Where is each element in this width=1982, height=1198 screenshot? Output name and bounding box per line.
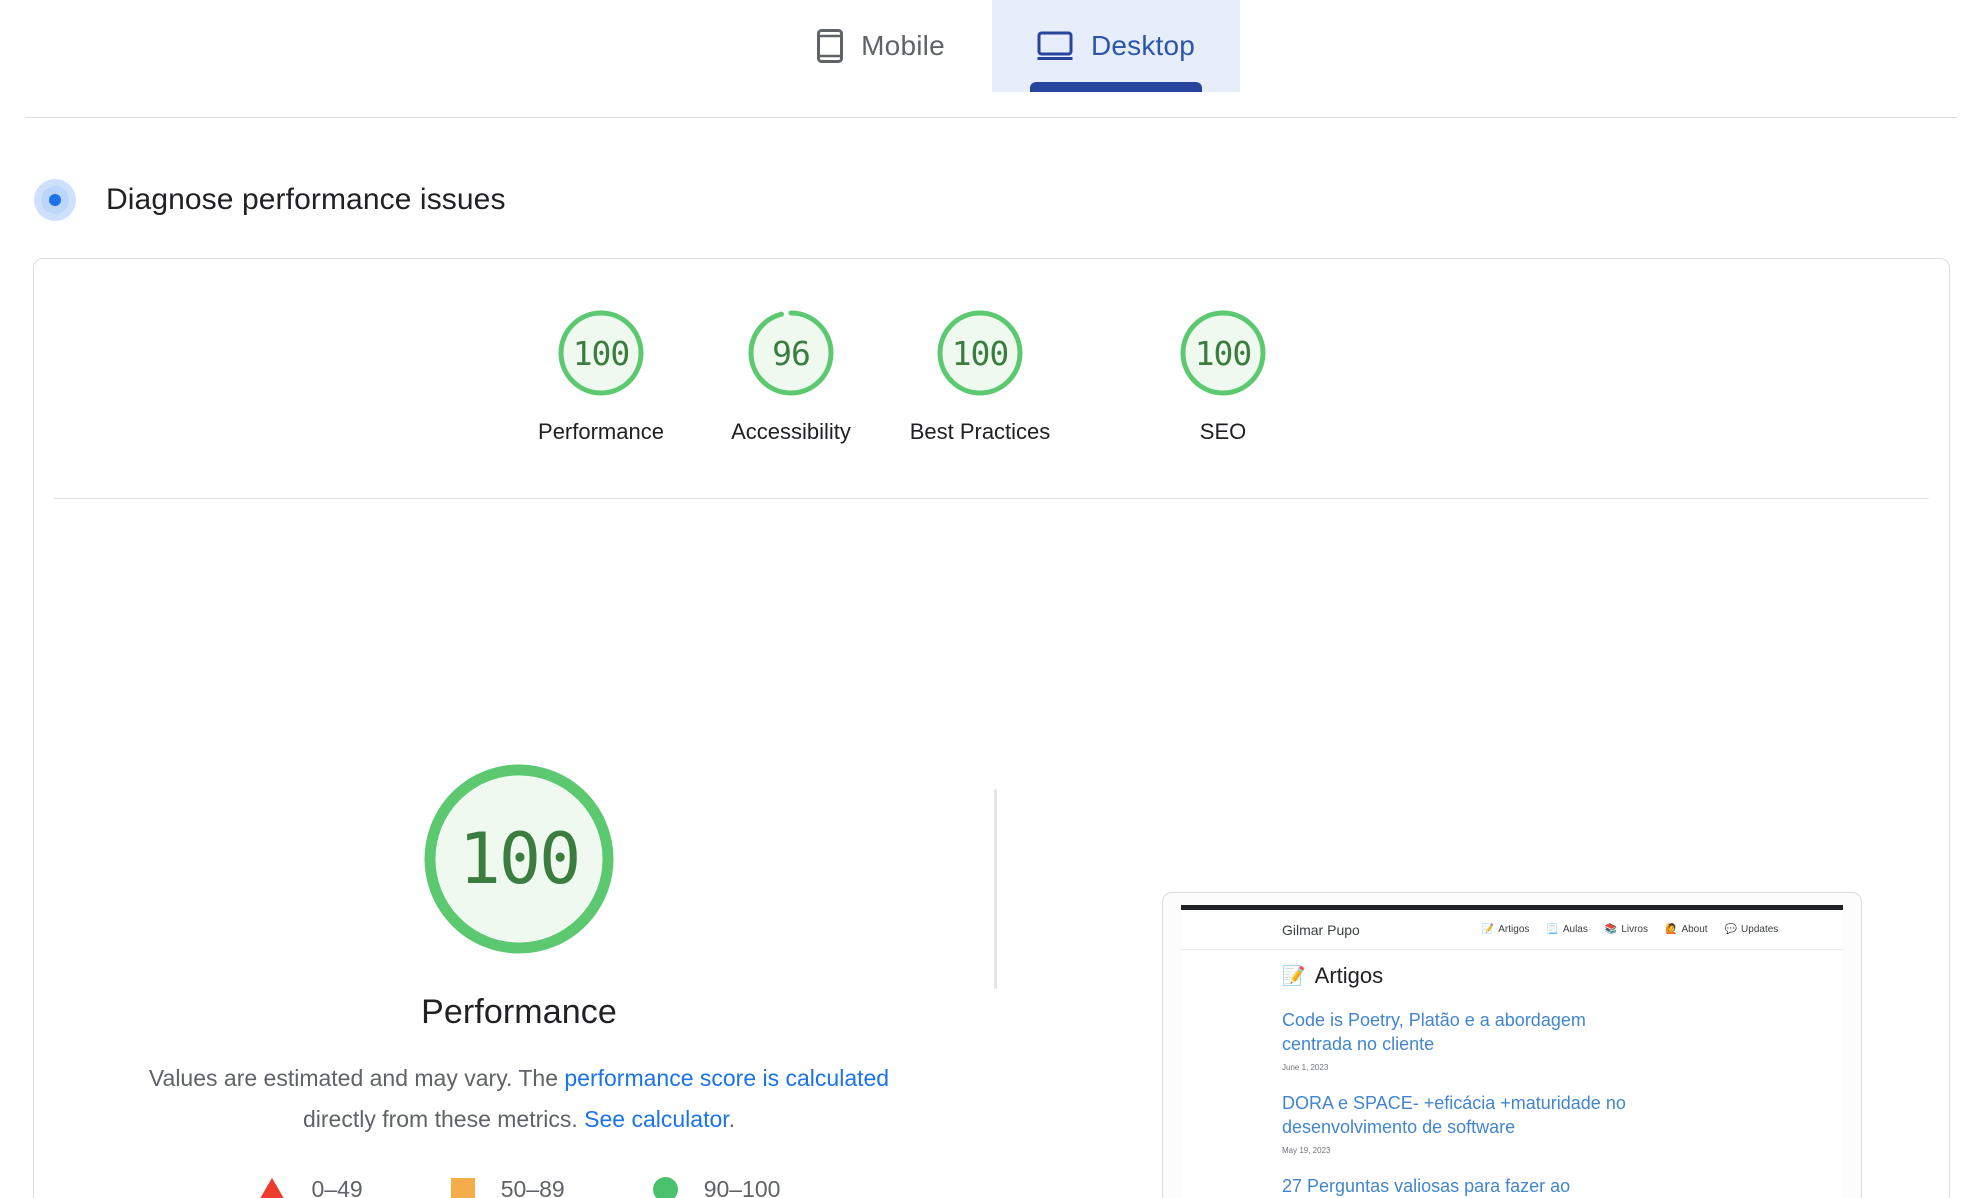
gauge-ring: 100 — [934, 307, 1026, 399]
square-icon — [450, 1177, 475, 1198]
thumbnail-article: Code is Poetry, Platão e a abordagem cen… — [1282, 1008, 1833, 1072]
legend-label: 90–100 — [703, 1176, 781, 1198]
gauge-value: 100 — [951, 333, 1010, 373]
gauge-value: 100 — [572, 333, 631, 373]
score-gauge-performance[interactable]: 100 Performance — [501, 307, 701, 445]
thumbnail-heading-label: Artigos — [1314, 963, 1384, 988]
featured-description: Values are estimated and may vary. The p… — [119, 1058, 919, 1140]
article-title: DORA e SPACE- +eficácia +maturidade no d… — [1282, 1093, 1626, 1137]
memo-icon: 📝 — [1282, 966, 1306, 987]
gauge-ring: 100 — [1177, 307, 1269, 399]
memo-icon: 📝 — [1481, 923, 1495, 935]
gauge-label: Accessibility — [731, 419, 851, 444]
gauge-value: 96 — [772, 333, 811, 373]
featured-metric-section: 100 Performance Values are estimated and… — [34, 499, 1949, 1198]
featured-gauge-ring[interactable]: 100 — [419, 759, 619, 959]
thumbnail-nav-item-livros: 📚 Livros — [1605, 924, 1648, 935]
article-date: May 19, 2023 — [1282, 1146, 1331, 1155]
thumbnail-heading: 📝 Artigos — [1282, 963, 1833, 989]
speedometer-icon — [33, 178, 77, 222]
gauge-ring: 96 — [745, 307, 837, 399]
gauge-label: Best Practices — [909, 419, 1051, 444]
score-gauge-best-practices[interactable]: 100 Best Practices — [880, 307, 1080, 445]
page-screenshot-thumbnail[interactable]: Gilmar Pupo 📝 Artigos 📃 Aulas 📚 Livros 🙋… — [1162, 892, 1862, 1198]
thumbnail-article: 27 Perguntas valiosas para fazer ao recr… — [1282, 1174, 1833, 1198]
thumbnail-nav-item-updates: 💬 Updates — [1725, 924, 1779, 935]
thumbnail-nav-item-about: 🙋 About — [1665, 924, 1708, 935]
legend-label: 0–49 — [311, 1176, 363, 1198]
score-gauge-accessibility[interactable]: 96 Accessibility — [691, 307, 891, 445]
performance-score-link[interactable]: performance score is calculated — [564, 1065, 889, 1091]
thumbnail-brand: Gilmar Pupo — [1282, 921, 1360, 938]
tab-desktop-label: Desktop — [1090, 30, 1196, 61]
gauge-ring: 100 — [555, 307, 647, 399]
thumbnail-nav-links: 📝 Artigos 📃 Aulas 📚 Livros 🙋 About 💬 Upd… — [1482, 924, 1778, 935]
nav-label: Artigos — [1498, 924, 1530, 935]
legend-item-medium: 50–89 — [450, 1176, 565, 1198]
thumbnail-inner: Gilmar Pupo 📝 Artigos 📃 Aulas 📚 Livros 🙋… — [1181, 905, 1843, 1198]
gauge-label: SEO — [1199, 419, 1247, 444]
desc-text-1: Values are estimated and may vary. The — [148, 1065, 565, 1091]
article-title: 27 Perguntas valiosas para fazer ao recr… — [1282, 1176, 1571, 1196]
nav-label: About — [1681, 924, 1708, 935]
tab-desktop[interactable]: Desktop — [992, 0, 1240, 92]
thumbnail-nav-item-artigos: 📝 Artigos — [1482, 924, 1530, 935]
page-icon: 📃 — [1546, 923, 1559, 935]
see-calculator-link[interactable]: See calculator — [584, 1106, 728, 1132]
mobile-phone-icon — [817, 29, 844, 63]
circle-icon — [652, 1177, 678, 1198]
thumbnail-site-nav: Gilmar Pupo 📝 Artigos 📃 Aulas 📚 Livros 🙋… — [1181, 910, 1843, 950]
tab-active-indicator — [1030, 82, 1202, 92]
page-title: Diagnose performance issues — [106, 183, 506, 216]
results-card: 100 Performance 96 Accessibility 100 Bes… — [33, 258, 1950, 1198]
gauge-label: Performance — [538, 419, 664, 444]
legend-item-high: 90–100 — [652, 1176, 781, 1198]
score-gauge-seo[interactable]: 100 SEO — [1123, 307, 1323, 445]
person-raising-hand-icon: 🙋 — [1665, 923, 1678, 935]
desc-text-2: directly from these metrics. — [302, 1106, 585, 1132]
tab-mobile[interactable]: Mobile — [770, 0, 992, 92]
speech-balloon-icon: 💬 — [1724, 923, 1738, 935]
score-legend: 0–49 50–89 90–100 — [257, 1176, 781, 1198]
article-title: Code is Poetry, Platão e a abordagem cen… — [1282, 1010, 1586, 1054]
vertical-divider — [994, 789, 997, 989]
pagespeed-insights-results: Mobile Desktop Diagnose performance issu… — [0, 0, 1982, 1198]
thumbnail-article: DORA e SPACE- +eficácia +maturidade no d… — [1282, 1091, 1833, 1155]
desc-text-3: . — [728, 1106, 736, 1132]
thumbnail-body: 📝 Artigos Code is Poetry, Platão e a abo… — [1282, 963, 1833, 1198]
nav-label: Livros — [1621, 924, 1648, 935]
nav-label: Aulas — [1562, 924, 1588, 935]
nav-label: Updates — [1741, 924, 1779, 935]
gauge-value: 100 — [1194, 333, 1253, 373]
legend-item-low: 0–49 — [257, 1176, 363, 1198]
section-header: Diagnose performance issues — [33, 178, 506, 222]
thumbnail-nav-item-aulas: 📃 Aulas — [1546, 924, 1587, 935]
featured-performance-block: 100 Performance Values are estimated and… — [89, 519, 949, 1198]
score-gauge-row: 100 Performance 96 Accessibility 100 Bes… — [34, 259, 1949, 498]
triangle-icon — [257, 1177, 286, 1198]
device-tab-strip: Mobile Desktop — [0, 0, 1982, 118]
tabstrip-divider — [25, 117, 1957, 118]
legend-label: 50–89 — [500, 1176, 565, 1198]
article-date: June 1, 2023 — [1282, 1063, 1329, 1072]
desktop-monitor-icon — [1037, 31, 1073, 61]
books-icon: 📚 — [1604, 923, 1618, 935]
featured-gauge-label: Performance — [421, 993, 617, 1031]
tab-mobile-label: Mobile — [861, 30, 945, 61]
featured-gauge-value: 100 — [458, 818, 581, 900]
